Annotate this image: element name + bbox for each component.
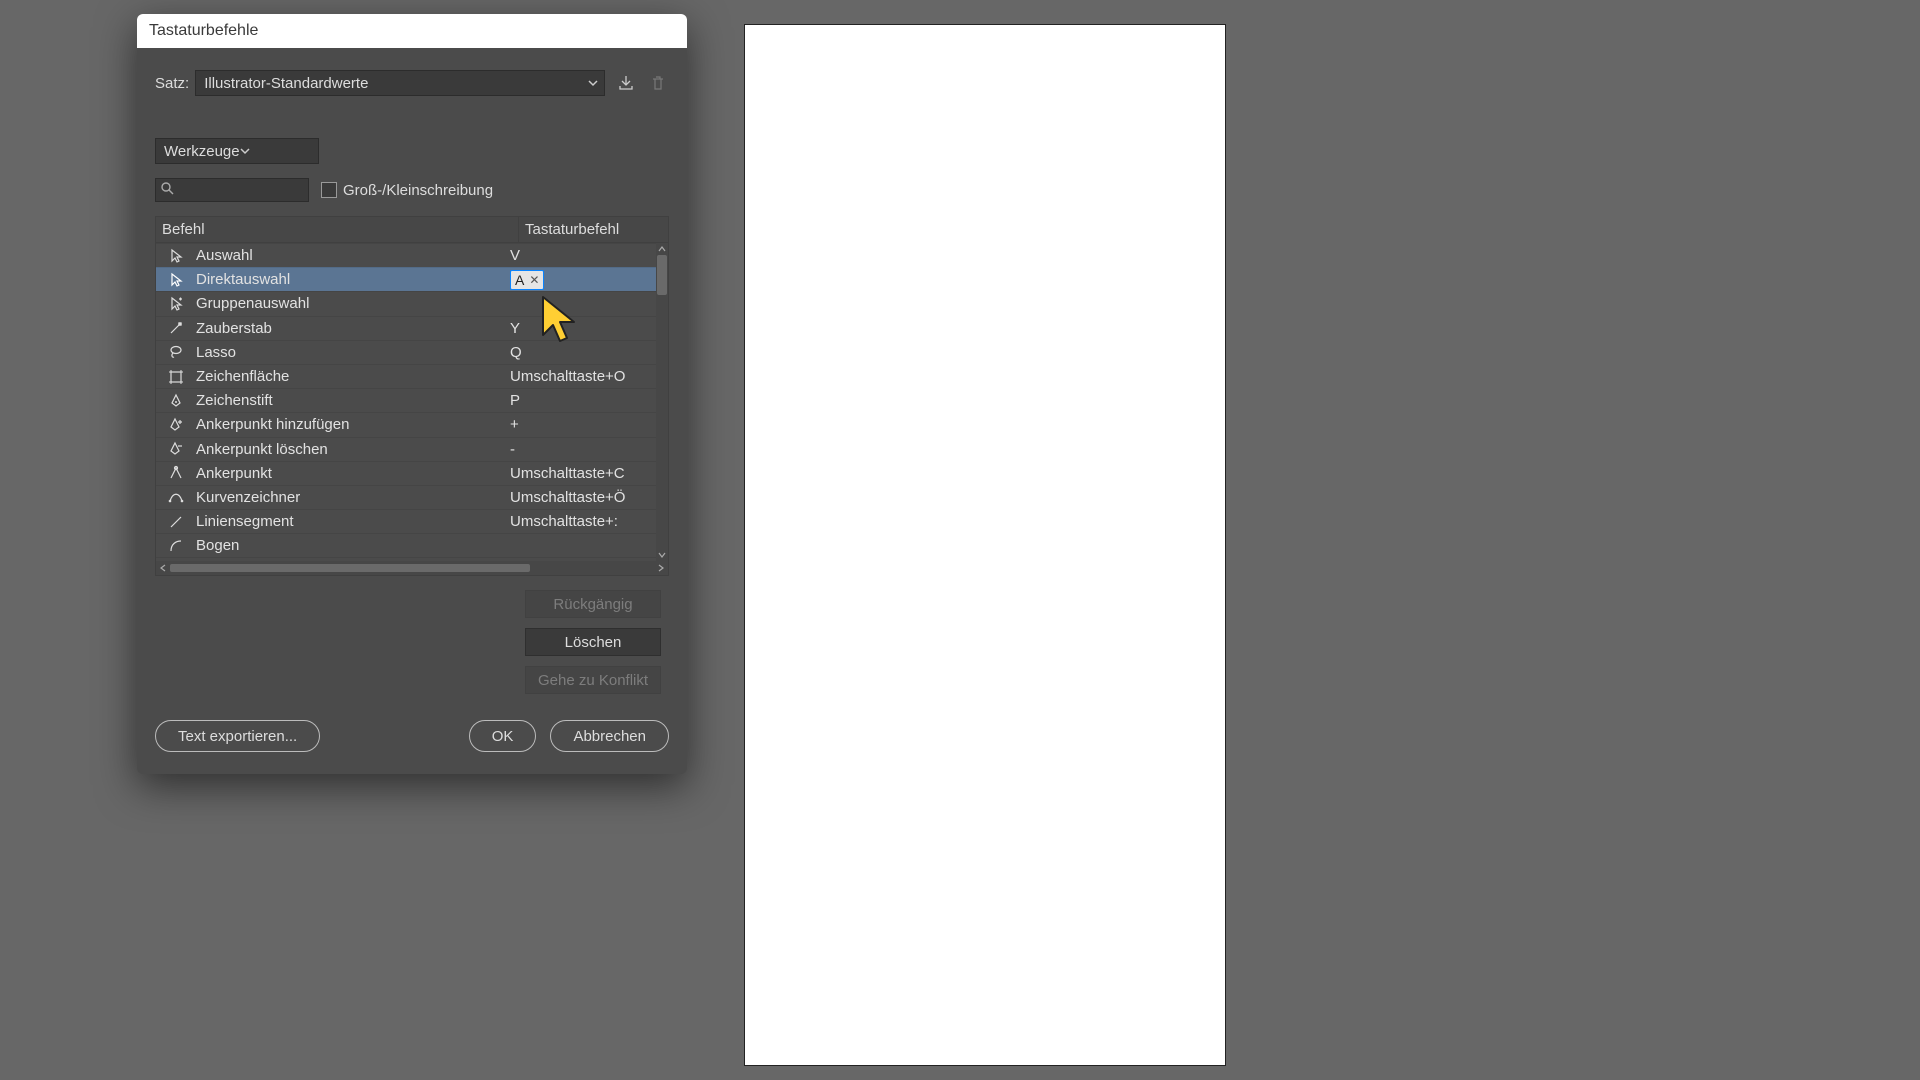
artboard-canvas[interactable] — [744, 24, 1226, 1066]
list-row[interactable]: Ankerpunkt löschen- — [156, 437, 668, 461]
command-label: Ankerpunkt hinzufügen — [196, 416, 506, 433]
dialog-title: Tastaturbefehle — [137, 14, 687, 48]
command-label: Gruppenauswahl — [196, 295, 506, 312]
command-label: Lasso — [196, 344, 506, 361]
list-row[interactable]: KurvenzeichnerUmschalttaste+Ö — [156, 485, 668, 509]
scroll-up-icon[interactable] — [656, 243, 668, 255]
wand-icon — [156, 320, 196, 336]
ok-button[interactable]: OK — [469, 720, 537, 752]
shortcut-label[interactable]: - — [506, 441, 668, 458]
set-label: Satz: — [155, 75, 189, 92]
shortcut-label[interactable]: Y — [506, 320, 668, 337]
set-row: Satz: Illustrator-Standardwerte — [155, 70, 669, 96]
command-label: Auswahl — [196, 247, 506, 264]
column-shortcut[interactable]: Tastaturbefehl — [519, 217, 668, 242]
list-row[interactable]: LiniensegmentUmschalttaste+: — [156, 509, 668, 533]
command-label: Liniensegment — [196, 513, 506, 530]
command-label: Ankerpunkt löschen — [196, 441, 506, 458]
command-label: Zeichenstift — [196, 392, 506, 409]
shortcut-label[interactable]: V — [506, 247, 668, 264]
pen-icon — [156, 393, 196, 409]
shortcut-list: Befehl Tastaturbefehl AuswahlVDirektausw… — [155, 216, 669, 576]
case-sensitive-checkbox[interactable]: Groß-/Kleinschreibung — [321, 182, 493, 199]
set-dropdown-value: Illustrator-Standardwerte — [204, 75, 368, 92]
line-icon — [156, 514, 196, 530]
direct-icon — [156, 272, 196, 288]
pointer-icon — [156, 248, 196, 264]
command-label: Zauberstab — [196, 320, 506, 337]
dialog-footer: Text exportieren... OK Abbrechen — [137, 706, 687, 774]
shortcut-label[interactable]: Umschalttaste+C — [506, 465, 668, 482]
clear-button[interactable]: Löschen — [525, 628, 661, 656]
delete-set-icon — [647, 72, 669, 94]
artboard-icon — [156, 369, 196, 385]
list-row[interactable]: Ankerpunkt hinzufügen+ — [156, 412, 668, 436]
shortcut-label[interactable]: P — [506, 392, 668, 409]
scroll-thumb[interactable] — [657, 255, 667, 295]
undo-button: Rückgängig — [525, 590, 661, 618]
arc-icon — [156, 538, 196, 554]
shortcut-label[interactable]: Umschalttaste+Ö — [506, 489, 668, 506]
chevron-down-icon — [588, 78, 598, 88]
list-row[interactable]: ZauberstabY — [156, 316, 668, 340]
anchor-icon — [156, 465, 196, 481]
shortcut-label[interactable]: Q — [506, 344, 668, 361]
case-label: Groß-/Kleinschreibung — [343, 182, 493, 199]
clear-shortcut-icon[interactable]: ✕ — [529, 273, 539, 287]
list-row[interactable]: Bogen — [156, 533, 668, 557]
group-icon — [156, 296, 196, 312]
search-icon — [160, 181, 174, 199]
list-header: Befehl Tastaturbefehl — [156, 217, 668, 243]
list-row[interactable]: Spirale — [156, 557, 668, 561]
save-set-icon[interactable] — [615, 72, 637, 94]
export-text-button[interactable]: Text exportieren... — [155, 720, 320, 752]
shortcut-label[interactable]: + — [506, 416, 668, 433]
shortcut-label[interactable]: Umschalttaste+: — [506, 513, 668, 530]
goto-conflict-button: Gehe zu Konflikt — [525, 666, 661, 694]
column-command[interactable]: Befehl — [156, 217, 519, 242]
chevron-down-icon — [240, 146, 250, 156]
category-value: Werkzeuge — [164, 143, 240, 160]
list-row[interactable]: Gruppenauswahl — [156, 291, 668, 315]
curve-icon — [156, 489, 196, 505]
list-row[interactable]: ZeichenstiftP — [156, 388, 668, 412]
set-dropdown[interactable]: Illustrator-Standardwerte — [195, 70, 605, 96]
list-body[interactable]: AuswahlVDirektauswahlA✕GruppenauswahlZau… — [156, 243, 668, 561]
cancel-button[interactable]: Abbrechen — [550, 720, 669, 752]
command-label: Bogen — [196, 537, 506, 554]
shortcut-edit-field[interactable]: A✕ — [510, 270, 544, 290]
command-label: Direktauswahl — [196, 271, 506, 288]
checkbox-box[interactable] — [321, 182, 337, 198]
list-row[interactable]: LassoQ — [156, 340, 668, 364]
penplus-icon — [156, 417, 196, 433]
category-dropdown[interactable]: Werkzeuge — [155, 138, 319, 164]
lasso-icon — [156, 344, 196, 360]
list-row[interactable]: AuswahlV — [156, 243, 668, 267]
search-field[interactable] — [155, 178, 309, 202]
command-label: Zeichenfläche — [196, 368, 506, 385]
command-label: Ankerpunkt — [196, 465, 506, 482]
scroll-down-icon[interactable] — [656, 549, 668, 561]
scroll-left-icon[interactable] — [156, 561, 170, 575]
list-row[interactable]: AnkerpunktUmschalttaste+C — [156, 461, 668, 485]
shortcut-label[interactable]: Umschalttaste+O — [506, 368, 668, 385]
hscroll-thumb[interactable] — [170, 564, 530, 572]
scroll-right-icon[interactable] — [654, 561, 668, 575]
keyboard-shortcuts-dialog: Tastaturbefehle Satz: Illustrator-Standa… — [137, 14, 687, 774]
list-row[interactable]: ZeichenflächeUmschalttaste+O — [156, 364, 668, 388]
shortcut-label[interactable]: A✕ — [506, 270, 668, 290]
penminus-icon — [156, 441, 196, 457]
vertical-scrollbar[interactable] — [656, 243, 668, 561]
list-row[interactable]: DirektauswahlA✕ — [156, 267, 668, 291]
command-label: Kurvenzeichner — [196, 489, 506, 506]
horizontal-scrollbar[interactable] — [156, 561, 668, 575]
